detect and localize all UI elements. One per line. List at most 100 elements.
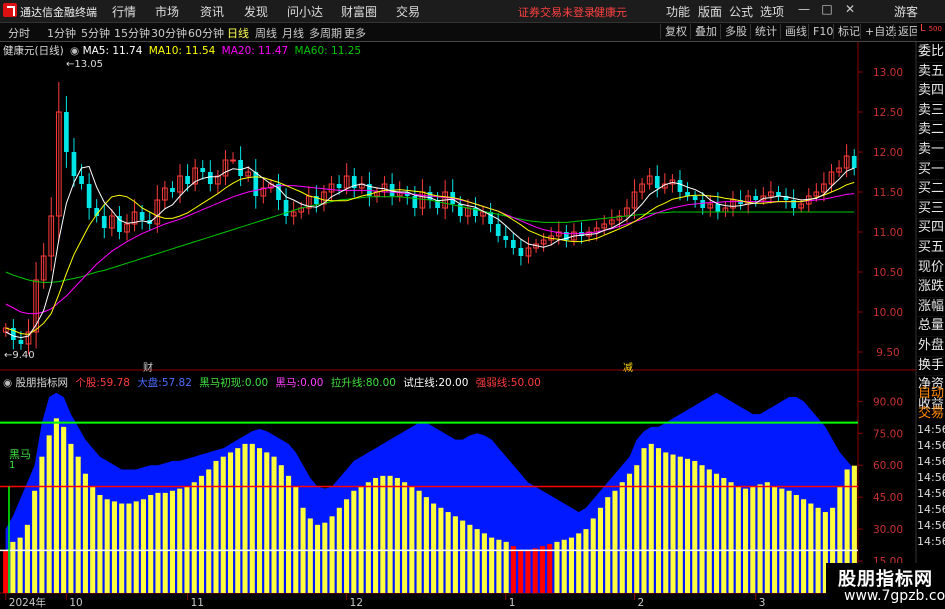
gegu-bar <box>474 529 480 593</box>
side-zidong[interactable]: 自动 <box>917 382 945 402</box>
candle-body <box>336 184 342 188</box>
watermark-url: www.7gpzb.com <box>844 588 945 604</box>
gegu-bar <box>256 448 263 593</box>
gegu-bar <box>721 477 727 593</box>
gegu-bar <box>307 518 313 593</box>
candle-body <box>518 248 524 256</box>
side-item-11[interactable]: 现价 <box>917 259 945 279</box>
gegu-bar <box>503 541 509 593</box>
side-item-12[interactable]: 涨跌 <box>917 278 945 298</box>
gegu-bar <box>554 541 560 593</box>
ind-shizhuang-value: 20.00 <box>438 377 469 389</box>
gegu-bar <box>3 550 9 593</box>
side-item-10[interactable]: 买五 <box>917 239 945 259</box>
gegu-bar <box>568 537 574 593</box>
chart-canvas[interactable]: 9.5010.0010.5011.0011.5012.0012.5013.00 … <box>0 0 945 609</box>
settings-icon[interactable]: ◉ <box>70 45 79 57</box>
candle-body <box>677 180 683 192</box>
event-marker-cai[interactable]: 财 <box>143 359 153 374</box>
gegu-bar <box>249 443 255 593</box>
ma5-value: MA5: 11.74 <box>82 45 143 57</box>
side-item-13[interactable]: 涨幅 <box>917 298 945 318</box>
side-item-0[interactable]: 委比 <box>917 43 945 63</box>
side-time-2: 14:56 <box>917 455 945 468</box>
gegu-bar <box>779 488 785 593</box>
side-item-14[interactable]: 总量 <box>917 317 945 337</box>
side-item-16[interactable]: 换手 <box>917 357 945 377</box>
side-time-3: 14:56 <box>917 471 945 484</box>
gegu-bar <box>525 550 531 593</box>
indicator-settings-icon[interactable]: ◉ <box>3 377 12 389</box>
gegu-bar <box>445 512 451 593</box>
time-list: 14:56 14:56 14:56 14:56 14:56 14:56 14:56 14:56 <box>917 422 945 550</box>
gegu-bar <box>184 486 190 593</box>
gegu-bar <box>148 495 154 593</box>
side-item-8[interactable]: 买三 <box>917 200 945 220</box>
gegu-bar <box>677 456 683 593</box>
side-time-7: 14:56 <box>917 535 945 548</box>
gegu-bar <box>61 426 67 593</box>
gegu-bar <box>17 537 23 593</box>
gegu-bar <box>155 492 161 593</box>
gegu-bar <box>648 443 654 593</box>
candle-body <box>71 152 77 176</box>
quote-side-panel: 委比 卖五 卖四 卖三 卖二 卖一 买一 买二 买三 买四 买五 现价 涨跌 涨幅 总量 外盘 换手 净资 收益 <box>917 43 945 416</box>
date-label: 11 <box>191 597 204 609</box>
gegu-bar <box>278 465 284 593</box>
ind-shizhuang-label: 试庄线: <box>403 377 439 389</box>
gegu-bar <box>684 458 691 593</box>
date-label: 10 <box>69 597 82 609</box>
price-tick-label: 9.50 <box>876 347 899 359</box>
candle-body <box>495 224 501 236</box>
ind-tick-label: 75.00 <box>873 428 903 440</box>
gegu-bar <box>271 456 277 593</box>
side-item-4[interactable]: 卖二 <box>917 121 945 141</box>
event-marker-jian[interactable]: 减 <box>623 359 633 374</box>
gegu-bar <box>692 460 698 593</box>
ind-qiangruo-label: 强弱线: <box>475 377 511 389</box>
gegu-bar <box>264 452 270 593</box>
gegu-bar <box>496 539 502 593</box>
side-corner: L 500 <box>917 23 945 41</box>
gegu-bar <box>286 475 292 593</box>
gegu-bar <box>24 524 30 593</box>
price-tick-label: 12.50 <box>873 107 903 119</box>
gegu-bar <box>452 516 458 593</box>
ind-tick-label: 90.00 <box>873 396 903 408</box>
side-item-3[interactable]: 卖三 <box>917 102 945 122</box>
ind-tick-label: 30.00 <box>873 524 903 536</box>
side-item-6[interactable]: 买一 <box>917 161 945 181</box>
gegu-bar <box>90 486 96 593</box>
candle-body <box>654 176 660 188</box>
gegu-bar <box>626 473 633 593</box>
gegu-bar <box>75 456 81 593</box>
gegu-bar <box>750 486 756 593</box>
low-price-annotation: ←9.40 <box>4 350 35 361</box>
gegu-bar <box>169 490 176 593</box>
trade-side-panel: 自动 交易 14:5614:5614:5614:5614:5614:5614:5… <box>917 382 945 550</box>
gegu-bar <box>670 454 676 593</box>
price-tick-label: 13.00 <box>873 67 903 79</box>
candle-body <box>230 159 236 162</box>
candle-body <box>139 212 145 220</box>
side-item-15[interactable]: 外盘 <box>917 337 945 357</box>
gegu-bar <box>699 465 705 593</box>
side-item-9[interactable]: 买四 <box>917 219 945 239</box>
side-jiaoyi[interactable]: 交易 <box>917 402 945 422</box>
candle-body <box>776 192 781 196</box>
side-item-5[interactable]: 卖一 <box>917 141 945 161</box>
candle-body <box>692 196 698 200</box>
gegu-bar <box>97 495 103 593</box>
gegu-bar <box>518 550 524 593</box>
gegu-bar <box>10 541 16 593</box>
side-item-2[interactable]: 卖四 <box>917 82 945 102</box>
price-tick-label: 11.00 <box>873 227 903 239</box>
gegu-bar <box>140 499 146 593</box>
ma10-value: MA10: 11.54 <box>148 45 216 57</box>
price-tick-label: 11.50 <box>873 187 903 199</box>
indicator-axis: 15.0030.0045.0060.0075.0090.00 <box>858 396 903 568</box>
side-item-1[interactable]: 卖五 <box>917 63 945 83</box>
gegu-bar <box>39 456 45 593</box>
side-item-7[interactable]: 买二 <box>917 180 945 200</box>
gegu-bar <box>619 482 625 593</box>
